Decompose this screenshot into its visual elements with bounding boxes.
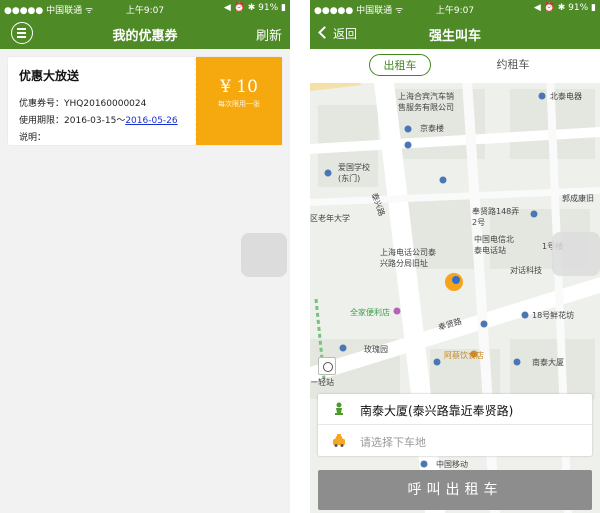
nav-bar: 返回 强生叫车 <box>310 18 600 49</box>
map-label-shtel-2: 兴路分局旧址 <box>380 259 428 268</box>
coupon-code-line: 优惠券号：YHQ20160000024 <box>19 96 186 113</box>
nav-bar: 我的优惠券 刷新 <box>0 18 290 49</box>
coupon-screen: ●●●●● 中国联通 ᯤ 上午9:07 ◀ ⏰ ✱ 91% ▮ 我的优惠券 刷新… <box>0 0 290 513</box>
page-title: 强生叫车 <box>428 29 481 44</box>
person-pin-icon <box>335 402 343 415</box>
map-label-family-mart: 全家便利店 <box>350 308 390 317</box>
floating-assist-button[interactable] <box>552 232 600 276</box>
map-label-laonian: 区老年大学 <box>310 214 350 223</box>
map-label-meiguiyuan: 玫瑰园 <box>364 345 388 354</box>
pickup-address: 南泰大厦(泰兴路靠近奉贤路) <box>360 404 514 418</box>
map-label-aiguo-2: (东门) <box>338 174 361 183</box>
coupon-amount-panel: ¥ 10 每次限用一张 <box>196 57 282 145</box>
map-label-fengxian-1: 奉贤路148弄 <box>472 207 520 216</box>
battery-status: ◀ ⏰ ✱ 91% ▮ <box>533 3 596 13</box>
call-taxi-button[interactable]: 呼叫出租车 <box>318 470 592 510</box>
map-label-nantai: 南泰大厦 <box>532 358 564 367</box>
map-label-hotel-2: 售服务有限公司 <box>398 103 454 112</box>
map-label-telecom-2: 泰电话站 <box>474 246 506 255</box>
service-tabs: 出租车 约租车 <box>310 49 600 83</box>
tab-booked-car[interactable]: 约租车 <box>482 54 544 76</box>
destination-row[interactable]: 请选择下车地 <box>318 425 592 456</box>
map-label-jingtai: 京泰楼 <box>420 124 444 133</box>
map-label-shtel-1: 上海电话公司泰 <box>380 248 436 257</box>
locate-icon[interactable] <box>318 357 336 375</box>
coupon-desc-line: 说明： <box>19 130 186 147</box>
map-label-guocheng: 郭成康旧 <box>562 194 594 203</box>
coupon-period-line: 使用期限：2016-03-15～2016-05-26 <box>19 113 186 130</box>
coupon-card[interactable]: 优惠大放送 优惠券号：YHQ20160000024 使用期限：2016-03-1… <box>8 57 282 145</box>
status-bar: ●●●●● 中国联通 ᯤ 上午9:07 ◀ ⏰ ✱ 91% ▮ <box>0 0 290 18</box>
battery-status: ◀ ⏰ ✱ 91% ▮ <box>223 3 286 13</box>
taxi-icon <box>333 434 345 447</box>
coupon-usage-note: 每次限用一张 <box>218 100 260 108</box>
status-bar: ●●●●● 中国联通 ᯤ 上午9:07 ◀ ⏰ ✱ 91% ▮ <box>310 0 600 18</box>
address-card: 南泰大厦(泰兴路靠近奉贤路) 请选择下车地 <box>318 394 592 456</box>
map-label-station: ー轻站 <box>310 378 334 387</box>
map-label-duihua: 对话科技 <box>510 266 542 275</box>
coupon-code: YHQ20160000024 <box>64 99 147 109</box>
refresh-button[interactable]: 刷新 <box>256 25 282 44</box>
map-label-aiguo-1: 爱国学校 <box>338 163 370 172</box>
tab-taxi[interactable]: 出租车 <box>369 54 431 76</box>
coupon-desc-label: 说明： <box>19 133 47 143</box>
map-label-beitai: 北泰电器 <box>550 92 582 101</box>
taxi-screen: 上海合宾汽车销 售服务有限公司 京泰楼 北泰电器 爱国学校 (东门) 郭成康旧 … <box>310 0 600 513</box>
coupon-title: 优惠大放送 <box>19 69 80 83</box>
map-label-fengxian-2: 2号 <box>472 218 486 227</box>
map-label-hotel-1: 上海合宾汽车销 <box>398 92 454 101</box>
map-label-mobile: 中国移动 <box>436 460 468 469</box>
map-label-acai: 阿蔡饮食店 <box>444 351 484 360</box>
map-label-xianhua: 18号鲜花坊 <box>532 311 575 320</box>
map-label-telecom-1: 中国电信北 <box>474 235 514 244</box>
coupon-period-end-link[interactable]: 2016-05-26 <box>125 116 177 126</box>
coupon-period-label: 使用期限： <box>19 116 65 126</box>
destination-input: 请选择下车地 <box>360 436 426 449</box>
floating-assist-button[interactable] <box>241 233 287 277</box>
screen-divider <box>290 0 310 513</box>
pickup-row[interactable]: 南泰大厦(泰兴路靠近奉贤路) <box>318 394 592 425</box>
coupon-code-label: 优惠券号： <box>19 99 65 109</box>
page-title: 我的优惠券 <box>112 29 178 44</box>
coupon-amount: ¥ 10 <box>220 77 258 97</box>
coupon-info: 优惠大放送 优惠券号：YHQ20160000024 使用期限：2016-03-1… <box>8 57 196 145</box>
coupon-period-start: 2016-03-15～ <box>64 116 126 126</box>
